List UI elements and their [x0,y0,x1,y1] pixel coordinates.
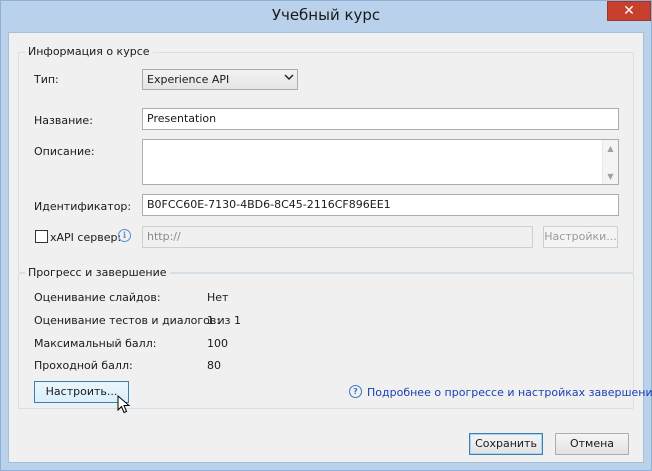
course-info-group: Информация о курсе Тип: Experience API Н… [18,45,634,273]
name-input[interactable]: Presentation [142,108,619,130]
xapi-label[interactable]: xAPI сервер: [50,231,121,244]
dialog-content: Информация о курсе Тип: Experience API Н… [8,32,652,463]
description-scrollbar[interactable]: ▲ ▼ [602,140,618,184]
type-dropdown[interactable]: Experience API [142,69,298,90]
description-textarea[interactable]: ▲ ▼ [142,139,619,185]
type-dropdown-value: Experience API [147,73,230,86]
identifier-label: Идентификатор: [34,200,132,213]
close-button[interactable]: ✕ [607,1,651,21]
progress-row-label: Проходной балл: [34,359,133,372]
progress-row-label: Оценивание тестов и диалогов: [34,314,221,327]
identifier-input[interactable]: B0FCC60E-7130-4BD6-8C45-2116CF896EE1 [142,194,619,216]
chevron-down-icon [284,72,294,85]
scroll-down-icon[interactable]: ▼ [603,172,618,181]
type-label: Тип: [34,73,59,86]
dialog-window: Учебный курс ✕ Информация о курсе Тип: E… [0,0,652,471]
progress-row-label: Оценивание слайдов: [34,291,161,304]
xapi-url-input[interactable]: http:// [142,226,533,248]
description-label: Описание: [34,145,95,158]
mouse-pointer-icon [117,394,131,415]
progress-row-value: 80 [207,359,221,372]
window-title: Учебный курс [271,6,381,24]
close-icon: ✕ [623,3,635,19]
cancel-button[interactable]: Отмена [555,433,629,455]
progress-row-value: Нет [207,291,229,304]
name-label: Название: [34,114,93,127]
info-icon[interactable]: i [118,229,131,242]
progress-row-value: 100 [207,337,228,350]
help-icon[interactable]: ? [349,385,362,398]
title-bar[interactable]: Учебный курс ✕ [1,1,651,32]
configure-button[interactable]: Настроить... [34,381,129,403]
progress-row-label: Максимальный балл: [34,337,157,350]
xapi-settings-button[interactable]: Настройки... [543,226,618,248]
save-button[interactable]: Сохранить [469,433,543,455]
scroll-up-icon[interactable]: ▲ [603,144,618,153]
course-info-group-label: Информация о курсе [25,45,153,58]
progress-help-link[interactable]: Подробнее о прогрессе и настройках завер… [367,386,652,399]
progress-row-value: 1 из 1 [207,314,241,327]
progress-group-label: Прогресс и завершение [25,266,170,279]
xapi-checkbox[interactable] [35,230,48,243]
progress-group: Прогресс и завершение Оценивание слайдов… [18,266,652,409]
